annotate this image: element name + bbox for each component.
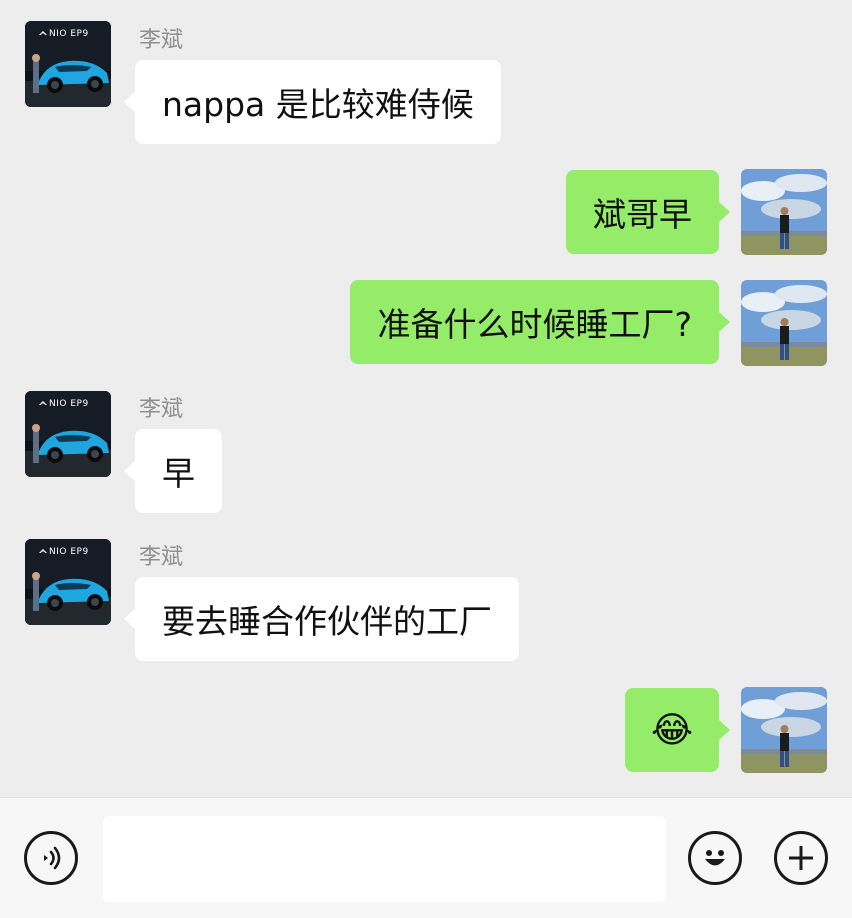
message-text: 早	[162, 454, 195, 493]
plus-icon	[789, 846, 813, 870]
contact-avatar[interactable]: NIO EP9	[25, 539, 111, 625]
message-bubble-outgoing[interactable]: 😂	[625, 688, 730, 772]
message-text: 斌哥早	[593, 195, 692, 234]
message-bubble-incoming[interactable]: 要去睡合作伙伴的工厂	[124, 577, 519, 661]
self-avatar[interactable]	[741, 169, 827, 255]
message-bubble-incoming[interactable]: 早	[124, 429, 222, 513]
chat-area[interactable]: NIO EP9 李斌 nappa 是比较难侍候 斌哥早 准备什么时候睡工厂? N…	[0, 0, 852, 797]
voice-button[interactable]	[24, 831, 78, 885]
message-text: nappa 是比较难侍候	[162, 85, 474, 124]
input-bar	[0, 797, 852, 918]
avatar-logo-text: NIO EP9	[49, 399, 89, 409]
message-bubble-outgoing[interactable]: 斌哥早	[566, 170, 730, 254]
emoji-button[interactable]	[688, 831, 742, 885]
emoji-icon	[705, 850, 725, 866]
message-bubble-incoming[interactable]: nappa 是比较难侍候	[124, 60, 501, 144]
sender-name: 李斌	[139, 397, 184, 422]
contact-avatar[interactable]: NIO EP9	[25, 21, 111, 107]
message-text: 准备什么时候睡工厂?	[377, 305, 692, 344]
avatar-logo-text: NIO EP9	[49, 29, 89, 39]
laughing-crying-emoji: 😂	[650, 709, 694, 751]
self-avatar[interactable]	[741, 280, 827, 366]
voice-icon	[44, 846, 61, 870]
sender-name: 李斌	[139, 28, 184, 53]
avatar-logo-text: NIO EP9	[49, 547, 89, 557]
more-button[interactable]	[774, 831, 828, 885]
message-bubble-outgoing[interactable]: 准备什么时候睡工厂?	[350, 280, 730, 364]
contact-avatar[interactable]: NIO EP9	[25, 391, 111, 477]
sender-name: 李斌	[139, 545, 184, 570]
message-text: 要去睡合作伙伴的工厂	[162, 602, 492, 641]
self-avatar[interactable]	[741, 687, 827, 773]
message-input[interactable]	[103, 816, 666, 902]
